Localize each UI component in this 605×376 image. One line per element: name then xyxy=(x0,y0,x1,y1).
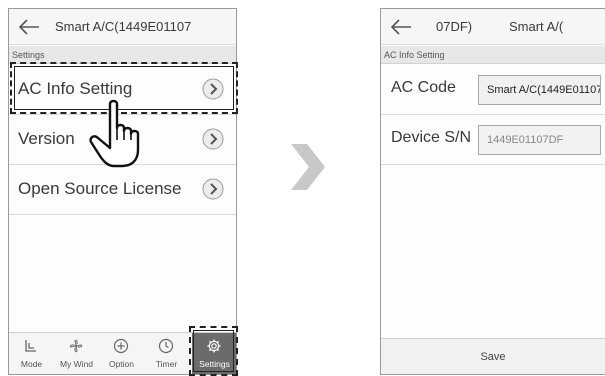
tab-label: Timer xyxy=(155,359,178,369)
section-header: AC Info Setting xyxy=(381,46,605,64)
clock-icon xyxy=(158,338,174,354)
fan-icon xyxy=(69,339,83,353)
chevron-right-icon xyxy=(202,128,224,150)
save-button[interactable]: Save xyxy=(381,338,605,374)
device-sn-row: Device S/N 1449E01107DF xyxy=(381,115,605,165)
tab-my-wind[interactable]: My Wind xyxy=(54,333,99,374)
mode-icon xyxy=(25,340,36,352)
title-bar: 07DF) Smart A/( xyxy=(381,9,605,45)
device-sn-field[interactable]: 1449E01107DF xyxy=(478,125,601,155)
ac-code-field[interactable]: Smart A/C(1449E01107DF) xyxy=(478,75,601,105)
pointing-hand-icon xyxy=(89,99,140,168)
device-sn-label: Device S/N xyxy=(391,129,472,146)
back-arrow-icon[interactable] xyxy=(17,17,41,37)
screen-title: Smart A/C(1449E01107 xyxy=(55,19,192,34)
tab-label: Mode xyxy=(20,359,43,369)
tab-label: Option xyxy=(108,359,135,369)
screen-title-part: Smart A/( xyxy=(509,19,564,34)
screen-title-part: 07DF) xyxy=(436,19,473,34)
tab-timer[interactable]: Timer xyxy=(144,333,189,374)
plus-circle-icon xyxy=(113,338,129,354)
tab-option[interactable]: Option xyxy=(99,333,144,374)
ac-code-label: AC Code xyxy=(391,79,456,96)
tab-mode[interactable]: Mode xyxy=(9,333,54,374)
menu-item-label: Version xyxy=(18,129,75,148)
menu-item-label: Open Source License xyxy=(18,179,182,198)
chevron-right-icon xyxy=(202,178,224,200)
highlight-settings-tab xyxy=(189,326,238,376)
menu-item-open-source-license[interactable]: Open Source License xyxy=(9,165,236,215)
tab-label: My Wind xyxy=(59,359,94,369)
title-bar: Smart A/C(1449E01107 xyxy=(9,9,236,45)
back-arrow-icon[interactable] xyxy=(389,17,413,37)
ac-info-setting-screen: 07DF) Smart A/( AC Info Setting AC Code … xyxy=(380,8,605,375)
ac-code-row: AC Code Smart A/C(1449E01107DF) xyxy=(381,65,605,115)
next-step-arrow-icon xyxy=(291,144,325,190)
